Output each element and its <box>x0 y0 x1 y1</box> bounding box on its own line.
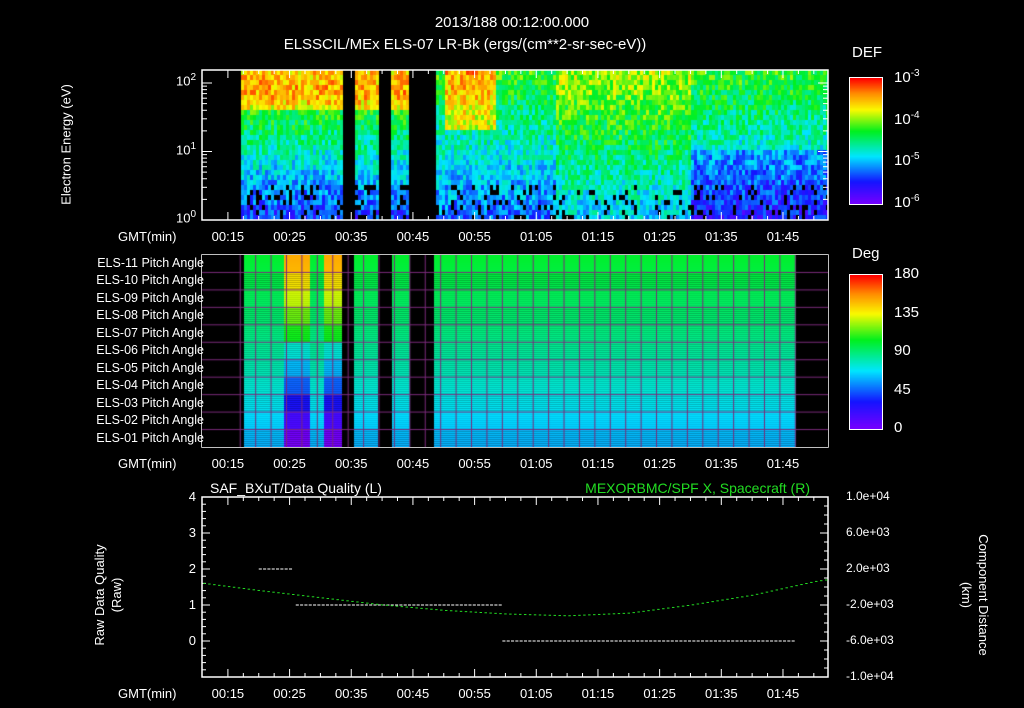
plot-title: ELSSCIL/MEx ELS-07 LR-Bk (ergs/(cm**2-sr… <box>283 36 647 53</box>
pitch-angle-row-label: ELS-02 Pitch Angle <box>96 413 204 428</box>
x-tick-label: 00:15 <box>211 229 245 244</box>
right-y-tick-label: -2.0e+03 <box>846 597 894 611</box>
x-axis-label: GMT(min) <box>118 229 177 244</box>
plot-window: 2013/188 00:12:00.000 ELSSCIL/MEx ELS-07… <box>0 0 1024 708</box>
x-tick-label: 00:55 <box>458 456 491 471</box>
right-series-title: MEXORBMC/SPF X, Spacecraft (R) <box>585 480 810 496</box>
ytick-10: 101 <box>175 141 196 158</box>
def-colorbar-tick: 10-3 <box>894 68 920 86</box>
left-series-title: SAF_BXuT/Data Quality (L) <box>210 480 382 496</box>
x-tick-label: 01:45 <box>766 686 800 701</box>
x-tick-label: 00:25 <box>273 456 306 471</box>
x-tick-label: 01:05 <box>519 456 553 471</box>
x-tick-label: 00:25 <box>273 686 306 701</box>
left-y-tick-label: 0 <box>188 633 196 648</box>
ytick-100: 102 <box>175 72 196 89</box>
x-axis-label: GMT(min) <box>118 686 177 701</box>
def-colorbar-label: DEF <box>852 44 882 61</box>
x-tick-label: 00:55 <box>458 229 491 244</box>
deg-colorbar-tick: 90 <box>894 342 911 359</box>
def-colorbar-tick: 10-6 <box>894 193 920 211</box>
pitch-angle-row-label: ELS-11 Pitch Angle <box>97 256 204 270</box>
x-tick-label: 00:45 <box>396 229 430 244</box>
x-tick-label: 01:05 <box>519 686 553 701</box>
deg-colorbar <box>849 274 883 430</box>
x-tick-label: 00:15 <box>211 686 245 701</box>
pitch-angle-row-label: ELS-07 Pitch Angle <box>96 325 204 340</box>
x-tick-label: 00:35 <box>334 229 368 244</box>
pitch-angle-row-label: ELS-10 Pitch Angle <box>96 273 204 288</box>
pitch-angle-row-label: ELS-06 Pitch Angle <box>96 343 204 358</box>
pitch-angle-row-label: ELS-09 Pitch Angle <box>96 290 204 305</box>
x-tick-label: 01:35 <box>705 456 738 471</box>
x-tick-label: 01:25 <box>643 686 676 701</box>
x-tick-label: 00:25 <box>273 229 306 244</box>
def-colorbar <box>849 77 883 205</box>
ytick-1: 100 <box>175 209 196 226</box>
def-colorbar-tick: 10-4 <box>894 110 920 128</box>
pitch-angle-heatmap <box>202 255 828 447</box>
x-tick-label: 01:15 <box>581 456 615 471</box>
left-y-tick-label: 3 <box>188 525 196 540</box>
deg-colorbar-label: Deg <box>852 245 880 262</box>
x-axis-label: GMT(min) <box>118 456 177 471</box>
pitch-angle-row-label: ELS-01 Pitch Angle <box>96 430 204 445</box>
x-tick-label: 01:35 <box>705 686 738 701</box>
x-tick-label: 01:35 <box>705 229 738 244</box>
deg-colorbar-tick: 135 <box>894 303 920 321</box>
deg-colorbar-tick: 0 <box>894 419 903 436</box>
right-y-tick-label: 6.0e+03 <box>846 525 890 539</box>
left-y-tick-label: 4 <box>188 489 196 504</box>
left-y-tick-label: 1 <box>188 597 196 612</box>
distance-axis-label: Component Distance (km) <box>959 534 991 656</box>
x-tick-label: 00:55 <box>458 686 491 701</box>
x-tick-label: 00:35 <box>334 456 368 471</box>
pitch-angle-row-label: ELS-08 Pitch Angle <box>96 308 204 323</box>
left-y-tick-label: 2 <box>188 561 196 576</box>
x-tick-label: 01:45 <box>766 229 800 244</box>
pitch-angle-row-label: ELS-03 Pitch Angle <box>96 395 204 410</box>
pitch-angle-row-label: ELS-05 Pitch Angle <box>96 360 204 375</box>
plot-timestamp: 2013/188 00:12:00.000 <box>434 14 590 31</box>
x-tick-label: 01:15 <box>581 229 615 244</box>
right-y-tick-label: 1.0e+04 <box>846 489 890 503</box>
def-colorbar-tick: 10-5 <box>894 151 920 169</box>
pitch-angle-row-label: ELS-04 Pitch Angle <box>96 378 204 393</box>
x-tick-label: 00:45 <box>396 456 430 471</box>
deg-colorbar-tick: 45 <box>894 380 911 398</box>
x-tick-label: 01:25 <box>643 456 676 471</box>
x-tick-label: 01:45 <box>766 456 800 471</box>
x-tick-label: 01:05 <box>519 229 553 244</box>
x-tick-label: 00:15 <box>211 456 245 471</box>
deg-colorbar-tick: 180 <box>894 265 920 282</box>
x-tick-label: 01:25 <box>643 229 676 244</box>
right-y-tick-label: -6.0e+03 <box>846 633 894 647</box>
right-y-tick-label: 2.0e+03 <box>846 561 890 575</box>
energy-axis-label: Electron Energy (eV) <box>58 84 74 205</box>
x-tick-label: 00:45 <box>396 686 430 701</box>
x-tick-label: 00:35 <box>334 686 368 701</box>
x-tick-label: 01:15 <box>581 686 615 701</box>
energy-spectrogram <box>202 70 828 220</box>
right-y-tick-label: -1.0e+04 <box>846 669 894 683</box>
panel-frame <box>201 496 829 678</box>
quality-axis-label: Raw Data Quality (Raw) <box>92 544 124 646</box>
